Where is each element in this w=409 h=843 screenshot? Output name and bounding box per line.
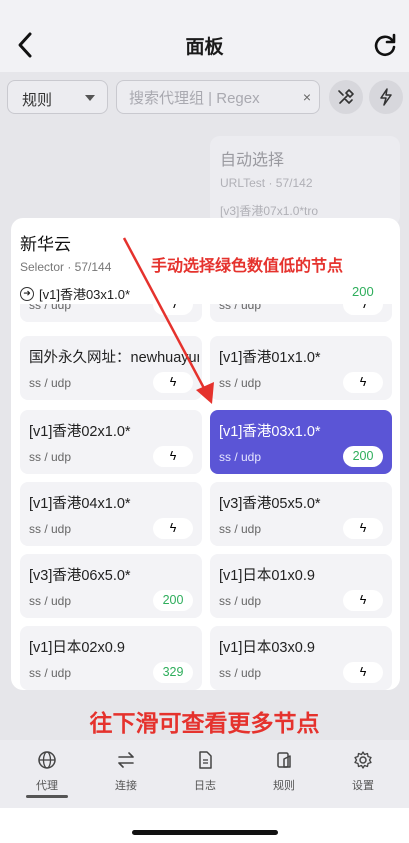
nav-label: 规则 [273,780,295,792]
annotation-bottom: 往下滑可查看更多节点 [89,710,320,736]
globe-icon [38,751,56,769]
nav-item-rules[interactable]: 规则 [254,750,314,793]
nav-item-proxy[interactable]: 代理 [17,750,77,793]
safe-area [0,808,409,843]
annotation-top: 手动选择绿色数值低的节点 [151,258,344,275]
nav-item-connections[interactable]: 连接 [96,750,156,793]
nav-label: 日志 [194,780,216,792]
document-icon [199,751,212,769]
nav-label: 代理 [36,780,58,792]
rules-icon [277,752,291,768]
nav-label: 连接 [115,780,137,792]
nav-item-settings[interactable]: 设置 [333,750,393,793]
active-tab-indicator [26,795,68,798]
nav-item-logs[interactable]: 日志 [175,750,235,793]
gear-icon [354,751,372,769]
home-indicator[interactable] [132,830,278,835]
nav-label: 设置 [352,780,374,792]
swap-icon [118,752,134,768]
